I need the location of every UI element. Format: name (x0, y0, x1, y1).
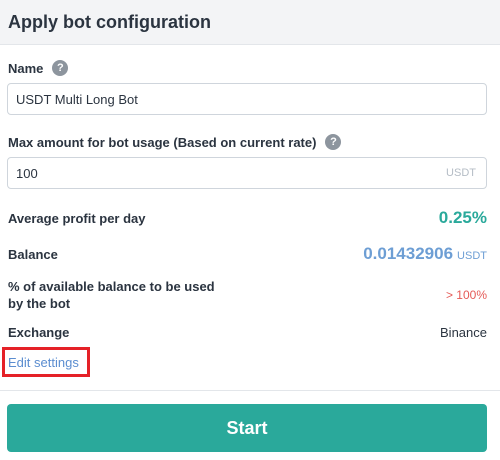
amount-label-row: Max amount for bot usage (Based on curre… (8, 134, 342, 150)
max-amount-unit: USDT (446, 167, 476, 179)
exchange-value: Binance (440, 325, 487, 340)
exchange-row: Exchange Binance (8, 324, 487, 341)
edit-settings-link[interactable]: Edit settings (8, 355, 79, 370)
balance-value: 0.01432906 (363, 244, 454, 263)
max-amount-value[interactable]: 100 (8, 166, 446, 181)
name-label: Name (8, 60, 44, 76)
name-label-row: Name ? (8, 60, 69, 76)
divider (0, 390, 500, 391)
balance-value-group: 0.01432906 USDT (363, 244, 487, 264)
avg-profit-row: Average profit per day 0.25% (8, 208, 487, 228)
avg-profit-label: Average profit per day (8, 210, 146, 226)
avg-profit-value: 0.25% (438, 208, 487, 227)
bot-name-input[interactable]: USDT Multi Long Bot (7, 83, 487, 115)
start-button[interactable]: Start (7, 404, 487, 452)
amount-label: Max amount for bot usage (Based on curre… (8, 134, 317, 150)
balance-usage-value: > 100% (445, 288, 487, 302)
balance-row: Balance 0.01432906 USDT (8, 244, 487, 264)
balance-usage-label: % of available balance to be used by the… (8, 278, 215, 312)
dialog-title: Apply bot configuration (8, 11, 211, 32)
dialog-header: Apply bot configuration (0, 0, 500, 45)
balance-usage-row: % of available balance to be used by the… (8, 278, 487, 312)
help-icon[interactable]: ? (325, 134, 342, 150)
max-amount-input[interactable]: 100 USDT (7, 157, 487, 189)
balance-label: Balance (8, 246, 58, 262)
balance-unit: USDT (457, 250, 487, 262)
balance-usage-label-line2: by the bot (8, 296, 71, 311)
help-icon[interactable]: ? (52, 60, 69, 76)
bot-name-value[interactable]: USDT Multi Long Bot (8, 92, 486, 107)
exchange-label: Exchange (8, 325, 70, 340)
balance-usage-label-line1: % of available balance to be used (8, 279, 215, 294)
